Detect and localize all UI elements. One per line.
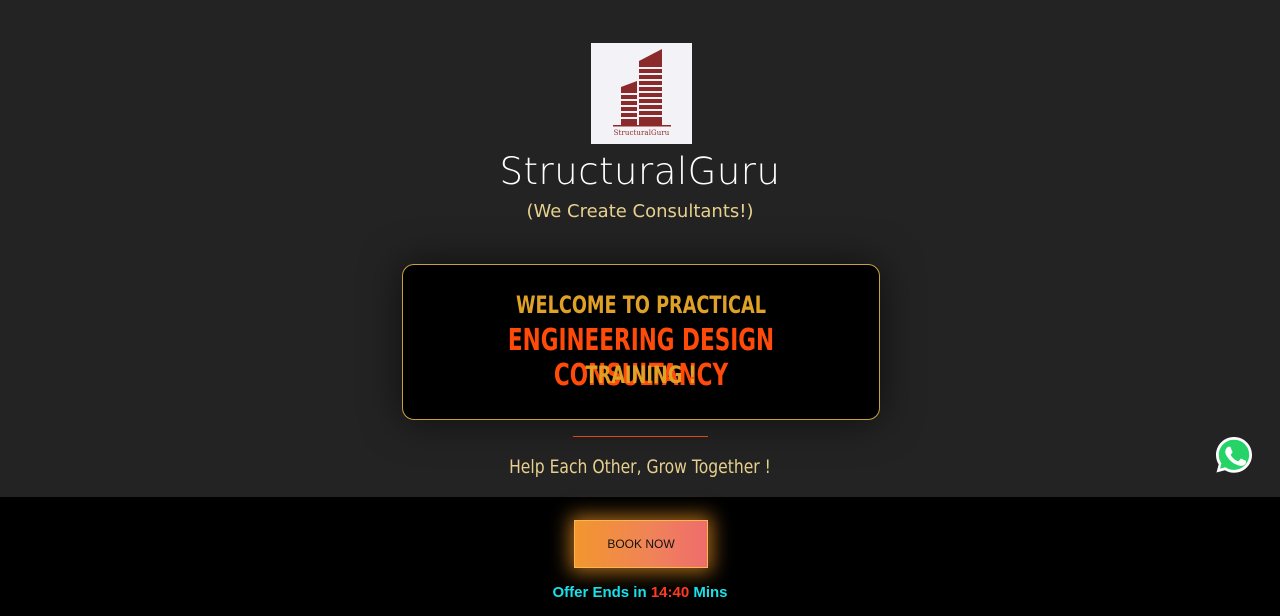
offer-suffix: Mins bbox=[693, 584, 728, 601]
divider bbox=[573, 436, 708, 437]
logo[interactable]: StructuralGuru bbox=[591, 43, 692, 144]
banner-line-3: TRAINING ! bbox=[585, 361, 697, 389]
offer-countdown: Offer Ends in 14:40 Mins bbox=[0, 584, 1280, 601]
site-title: StructuralGuru bbox=[499, 150, 781, 193]
whatsapp-button[interactable] bbox=[1214, 435, 1254, 475]
whatsapp-icon bbox=[1216, 437, 1252, 473]
welcome-banner: WELCOME TO PRACTICAL ENGINEERING DESIGN … bbox=[402, 264, 880, 420]
motto-text: Help Each Other, Grow Together ! bbox=[509, 456, 771, 478]
hero-section: StructuralGuru StructuralGuru (We Create… bbox=[0, 0, 1280, 497]
offer-prefix: Offer Ends in bbox=[552, 584, 647, 601]
book-now-button[interactable]: BOOK NOW bbox=[574, 520, 708, 568]
site-tagline: (We Create Consultants!) bbox=[526, 201, 754, 222]
landing-page: StructuralGuru StructuralGuru (We Create… bbox=[0, 0, 1280, 616]
offer-timer: 14:40 bbox=[650, 584, 690, 601]
banner-line-1: WELCOME TO PRACTICAL bbox=[515, 291, 767, 319]
logo-wordmark: StructuralGuru bbox=[613, 129, 670, 137]
